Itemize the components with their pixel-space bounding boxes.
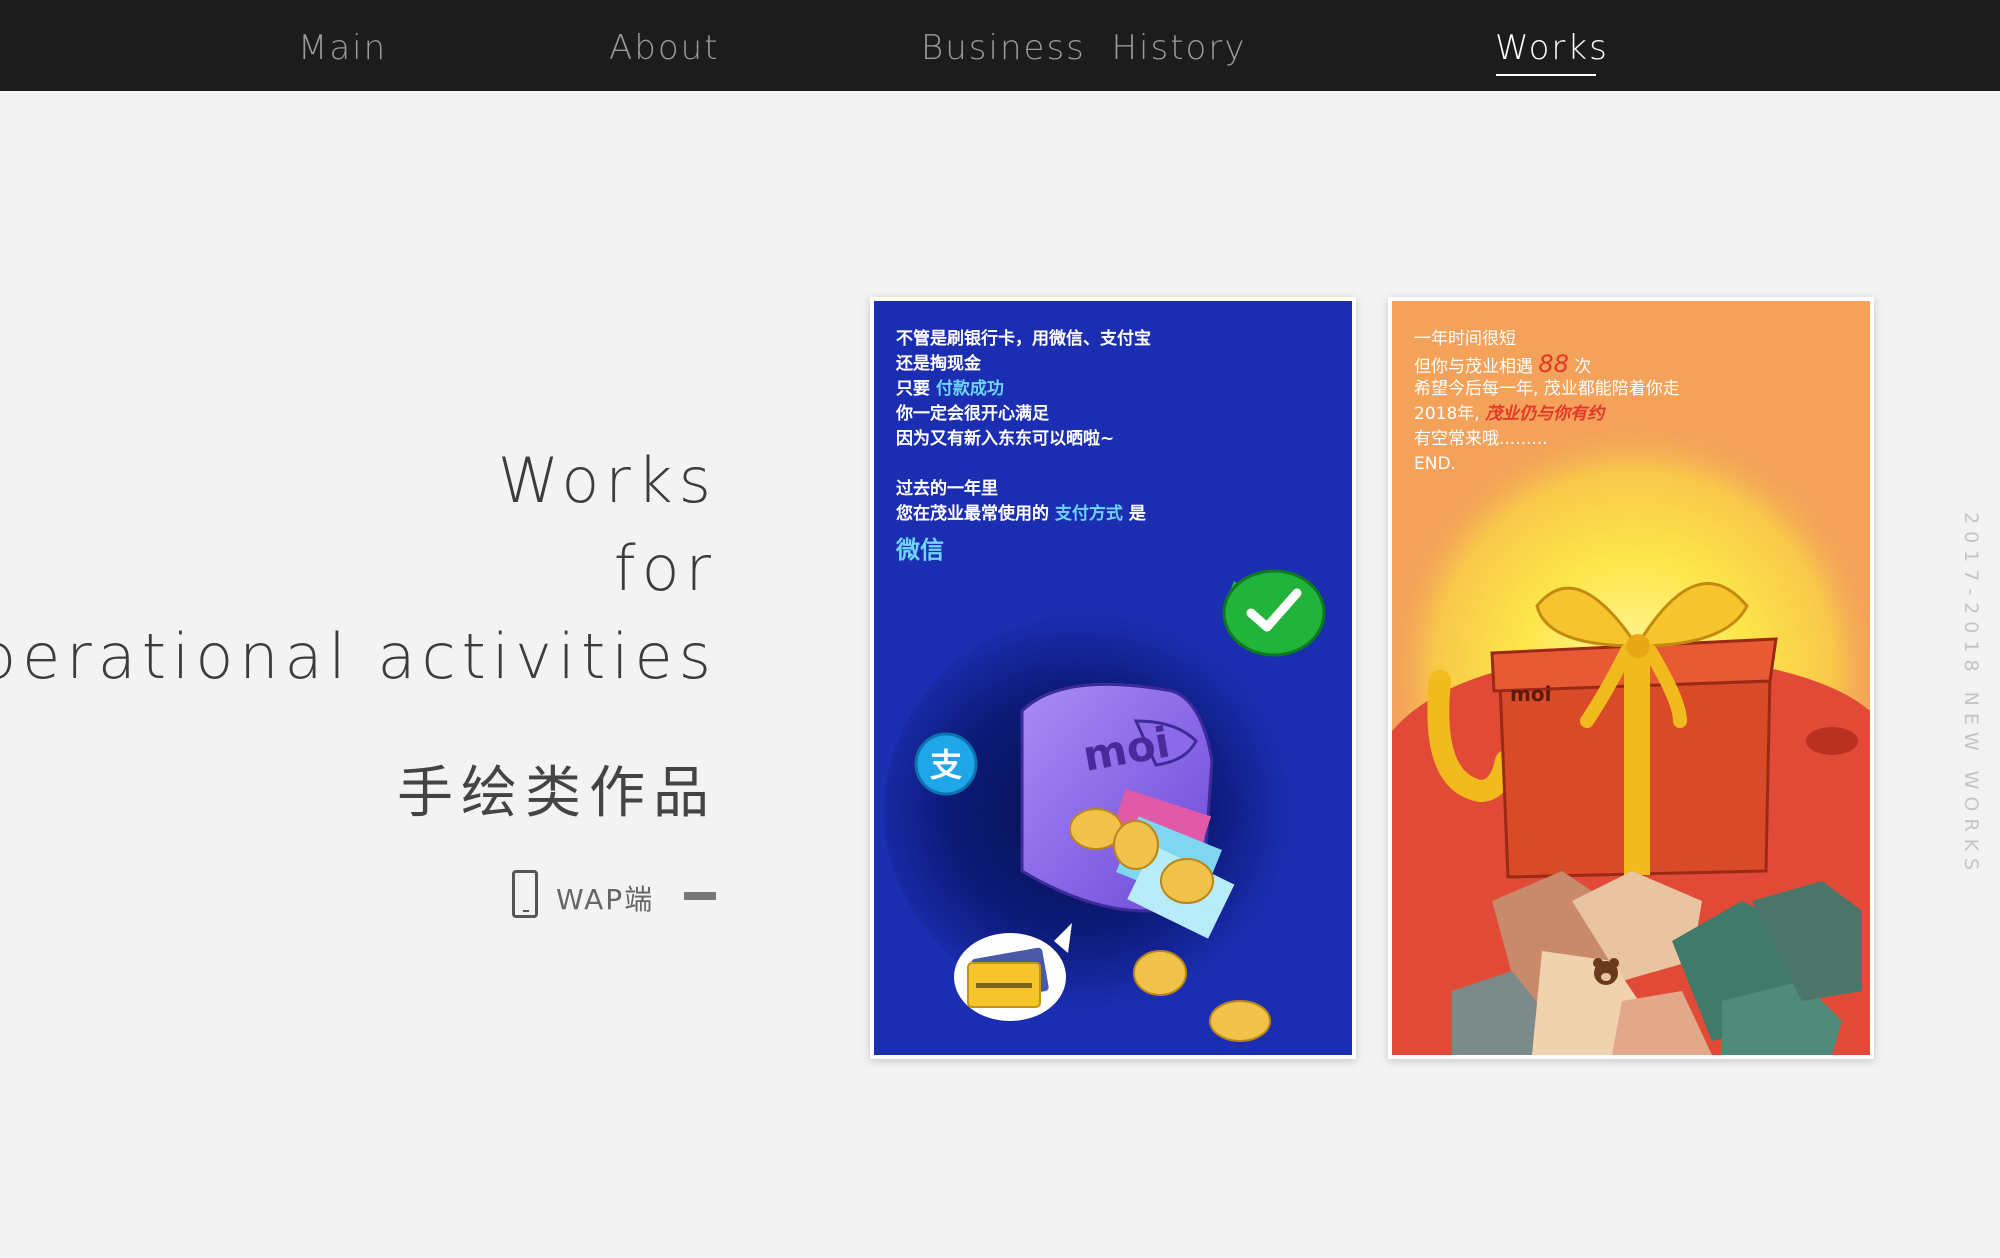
hero-title-works: Works: [497, 444, 717, 517]
copy-line: END.: [1414, 454, 1456, 474]
alipay-char: 支: [930, 746, 962, 784]
nav-works[interactable]: Works: [1495, 28, 1609, 68]
copy-line: 你一定会很开心满足: [896, 404, 1049, 424]
work-card-payment[interactable]: 支 moi 不管是刷银行卡，用微信、支付宝 还是掏现金 只要 付款成功 你一定会…: [870, 297, 1356, 1059]
wechat-icon: [1222, 569, 1326, 657]
nav-main[interactable]: Main: [298, 28, 387, 68]
work-card-gift[interactable]: moi 一年时间很短 但你与茂业相遇 88 次 希望今后每一年, 茂业都能陪着你…: [1388, 297, 1874, 1059]
copy-line-wechat: 微信: [896, 536, 944, 564]
nav-business-history[interactable]: Business History: [921, 28, 1246, 68]
alipay-icon: 支: [914, 732, 978, 796]
copy-line: 一年时间很短: [1414, 329, 1516, 349]
hero-subtitle-chinese: 手绘类作品: [397, 761, 717, 826]
gift-logo: moi: [1510, 682, 1551, 706]
copy-line: 因为又有新入东东可以晒啦~: [896, 429, 1115, 449]
copy-line: 您在茂业最常使用的 支付方式 是: [896, 504, 1146, 524]
side-year-label: 2017-2018 NEW WORKS: [1960, 512, 1982, 878]
nav-active-underline: [1496, 74, 1596, 76]
copy-line: 但你与茂业相遇 88 次: [1414, 350, 1592, 378]
copy-line: 有空常来哦.........: [1414, 429, 1548, 449]
card-copy: 不管是刷银行卡，用微信、支付宝 还是掏现金 只要 付款成功 你一定会很开心满足 …: [896, 327, 1151, 567]
hero-title-operational: Operational activities: [0, 620, 717, 693]
copy-line: 希望今后每一年, 茂业都能陪着你走: [1414, 379, 1680, 399]
copy-line: 2018年, 茂业仍与你有约: [1414, 404, 1605, 424]
nav-about[interactable]: About: [609, 28, 720, 68]
boxes-icon: [1452, 871, 1862, 1055]
dash-icon: [684, 892, 716, 900]
copy-line: 不管是刷银行卡，用微信、支付宝: [896, 329, 1151, 349]
top-nav: Main About Business History Works: [0, 0, 2000, 91]
hero-title-for: for: [613, 532, 717, 605]
platform-indicator: WAP端: [512, 868, 722, 922]
copy-line: 过去的一年里: [896, 479, 998, 499]
platform-label: WAP端: [556, 883, 655, 916]
mobile-phone-icon: [512, 870, 538, 918]
copy-line: 还是掏现金: [896, 354, 981, 374]
card-copy: 一年时间很短 但你与茂业相遇 88 次 希望今后每一年, 茂业都能陪着你走 20…: [1414, 327, 1680, 477]
copy-line: 只要 付款成功: [896, 379, 1004, 399]
